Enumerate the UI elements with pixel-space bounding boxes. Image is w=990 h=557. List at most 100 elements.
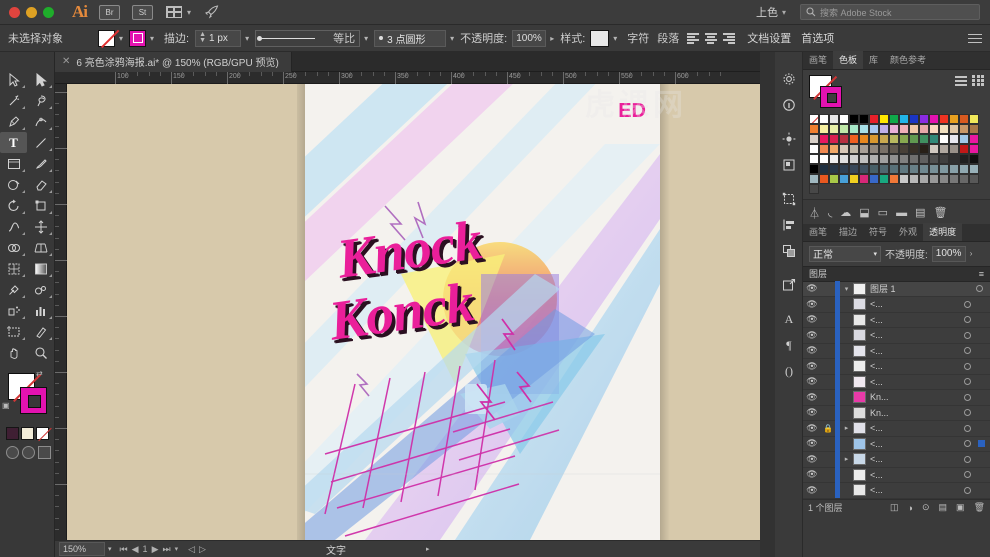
color-swatch[interactable] xyxy=(959,174,969,184)
horizontal-ruler[interactable]: 100 150 200 250 300 350 400 450 500 550 600 xyxy=(55,72,760,84)
target-circle-icon[interactable] xyxy=(964,455,971,463)
color-swatch[interactable] xyxy=(959,134,969,144)
options-icon[interactable]: ▤ xyxy=(915,206,925,219)
eye-icon[interactable]: 👁 xyxy=(803,469,821,480)
stroke-width-chevron-icon[interactable]: ▾ xyxy=(245,34,249,43)
forward-nav-icon[interactable]: ▷ xyxy=(199,544,206,555)
arrange-documents-icon[interactable]: ▾ xyxy=(166,6,191,18)
make-clipping-mask-icon[interactable]: ◫ xyxy=(890,502,899,513)
eye-icon[interactable]: 👁 xyxy=(803,454,821,465)
color-swatch[interactable] xyxy=(969,134,979,144)
color-swatch[interactable] xyxy=(809,174,819,184)
preferences-button[interactable]: 首选项 xyxy=(801,30,834,46)
color-swatch[interactable] xyxy=(829,124,839,134)
eye-icon[interactable]: 👁 xyxy=(803,283,821,294)
color-swatch[interactable] xyxy=(809,154,819,164)
color-swatch[interactable] xyxy=(819,174,829,184)
color-swatch[interactable] xyxy=(889,144,899,154)
color-swatch[interactable] xyxy=(949,154,959,164)
scale-tool[interactable] xyxy=(27,195,54,216)
vertical-ruler[interactable] xyxy=(55,84,67,540)
paragraph-align-group[interactable] xyxy=(685,31,737,45)
color-swatch[interactable] xyxy=(849,154,859,164)
paragraph-panel-icon[interactable]: ¶ xyxy=(775,332,803,358)
paintbrush-tool[interactable] xyxy=(27,153,54,174)
zoom-tool[interactable] xyxy=(27,342,54,363)
shaper-tool[interactable] xyxy=(0,174,27,195)
color-swatch[interactable] xyxy=(829,164,839,174)
color-swatch[interactable] xyxy=(959,114,969,124)
color-swatch[interactable] xyxy=(879,134,889,144)
color-swatch[interactable] xyxy=(909,124,919,134)
panel-fill-stroke-control[interactable] xyxy=(809,75,843,109)
color-swatch[interactable] xyxy=(899,144,909,154)
align-icon[interactable] xyxy=(775,152,803,178)
transparency-panel-tabs[interactable]: 画笔 描边 符号 外观 透明度 xyxy=(803,222,990,242)
layer-row[interactable]: 👁 <... xyxy=(803,327,990,344)
artboard-tool[interactable] xyxy=(0,321,27,342)
color-swatch[interactable] xyxy=(879,154,889,164)
canvas-board[interactable]: ED Knock Konck xyxy=(67,84,760,540)
eye-icon[interactable]: 👁 xyxy=(803,299,821,310)
fill-stroke-control[interactable]: ⇄ ▣ xyxy=(0,369,55,425)
tab-appearance[interactable]: 外观 xyxy=(893,223,923,241)
color-swatch[interactable] xyxy=(889,114,899,124)
scatter-brush-icon[interactable]: ☁ xyxy=(840,206,851,219)
recent-color-row[interactable] xyxy=(0,427,54,440)
calligraphic-brush-icon[interactable]: ◟ xyxy=(828,206,832,219)
gear-icon[interactable] xyxy=(775,66,803,92)
color-swatch[interactable] xyxy=(969,154,979,164)
color-swatch[interactable] xyxy=(899,114,909,124)
mesh-tool[interactable] xyxy=(0,258,27,279)
bridge-button[interactable]: Br xyxy=(99,4,120,20)
paragraph-panel-link[interactable]: 段落 xyxy=(657,30,679,46)
color-swatch[interactable] xyxy=(909,174,919,184)
disclosure-triangle-icon[interactable]: ▸ xyxy=(840,455,853,463)
brightness-icon[interactable] xyxy=(775,126,803,152)
color-swatch[interactable] xyxy=(809,164,819,174)
canvas-area[interactable]: 100 150 200 250 300 350 400 450 500 550 600 xyxy=(55,72,760,540)
color-swatch[interactable] xyxy=(889,164,899,174)
color-swatch[interactable] xyxy=(969,114,979,124)
color-swatch-cream[interactable] xyxy=(21,427,34,440)
color-swatch[interactable] xyxy=(819,114,829,124)
color-swatch[interactable] xyxy=(919,124,929,134)
fill-color-swatch[interactable] xyxy=(98,29,115,47)
stroke-stepper-icon[interactable]: ▲ ▼ xyxy=(199,31,206,44)
color-swatch[interactable] xyxy=(819,144,829,154)
pattern-brush-icon[interactable]: ▭ xyxy=(878,206,888,219)
stock-search-input[interactable]: 搜索 Adobe Stock xyxy=(800,4,980,20)
rocket-icon[interactable] xyxy=(204,5,220,19)
layer-row[interactable]: 👁 Kn... xyxy=(803,405,990,421)
drawing-mode-row[interactable] xyxy=(0,446,54,459)
new-layer-icon[interactable]: ▣ xyxy=(956,502,965,513)
align-left-icon[interactable] xyxy=(685,31,701,45)
color-swatch[interactable] xyxy=(889,174,899,184)
character-panel-link[interactable]: 字符 xyxy=(627,30,649,46)
color-swatch[interactable] xyxy=(949,114,959,124)
color-swatch[interactable] xyxy=(879,124,889,134)
workspace-chevron-icon[interactable]: ▾ xyxy=(782,8,786,17)
panel-opacity-input[interactable]: 100% xyxy=(931,245,966,262)
color-swatch[interactable] xyxy=(849,134,859,144)
magic-wand-tool[interactable] xyxy=(0,90,27,111)
stroke-color-swatch[interactable] xyxy=(129,29,147,47)
color-swatch[interactable] xyxy=(879,144,889,154)
slice-tool[interactable] xyxy=(27,321,54,342)
layer-row-root[interactable]: 👁 ▾ 图层 1 xyxy=(803,281,990,297)
color-swatch[interactable] xyxy=(849,174,859,184)
swatches-panel-tabs[interactable]: 画笔 色板 库 颜色参考 xyxy=(803,51,990,70)
target-circle-icon[interactable] xyxy=(964,440,971,448)
color-swatch[interactable] xyxy=(929,144,939,154)
color-swatch[interactable] xyxy=(909,144,919,154)
color-swatch[interactable] xyxy=(809,144,819,154)
color-swatch[interactable] xyxy=(829,114,839,124)
layer-row[interactable]: 👁 <... xyxy=(803,312,990,328)
width-tool[interactable] xyxy=(0,216,27,237)
layer-row[interactable]: 👁 🔒 ▸ <... xyxy=(803,420,990,437)
color-swatch[interactable] xyxy=(819,154,829,164)
color-swatch[interactable] xyxy=(959,154,969,164)
variable-width-profile-select[interactable]: 等比 xyxy=(255,29,361,47)
color-swatch[interactable] xyxy=(819,124,829,134)
layers-list[interactable]: 👁 ▾ 图层 1 👁 <... 👁 <... 👁 <... 👁 <... 👁 <... 👁 <... 👁 Kn.… xyxy=(803,281,990,499)
